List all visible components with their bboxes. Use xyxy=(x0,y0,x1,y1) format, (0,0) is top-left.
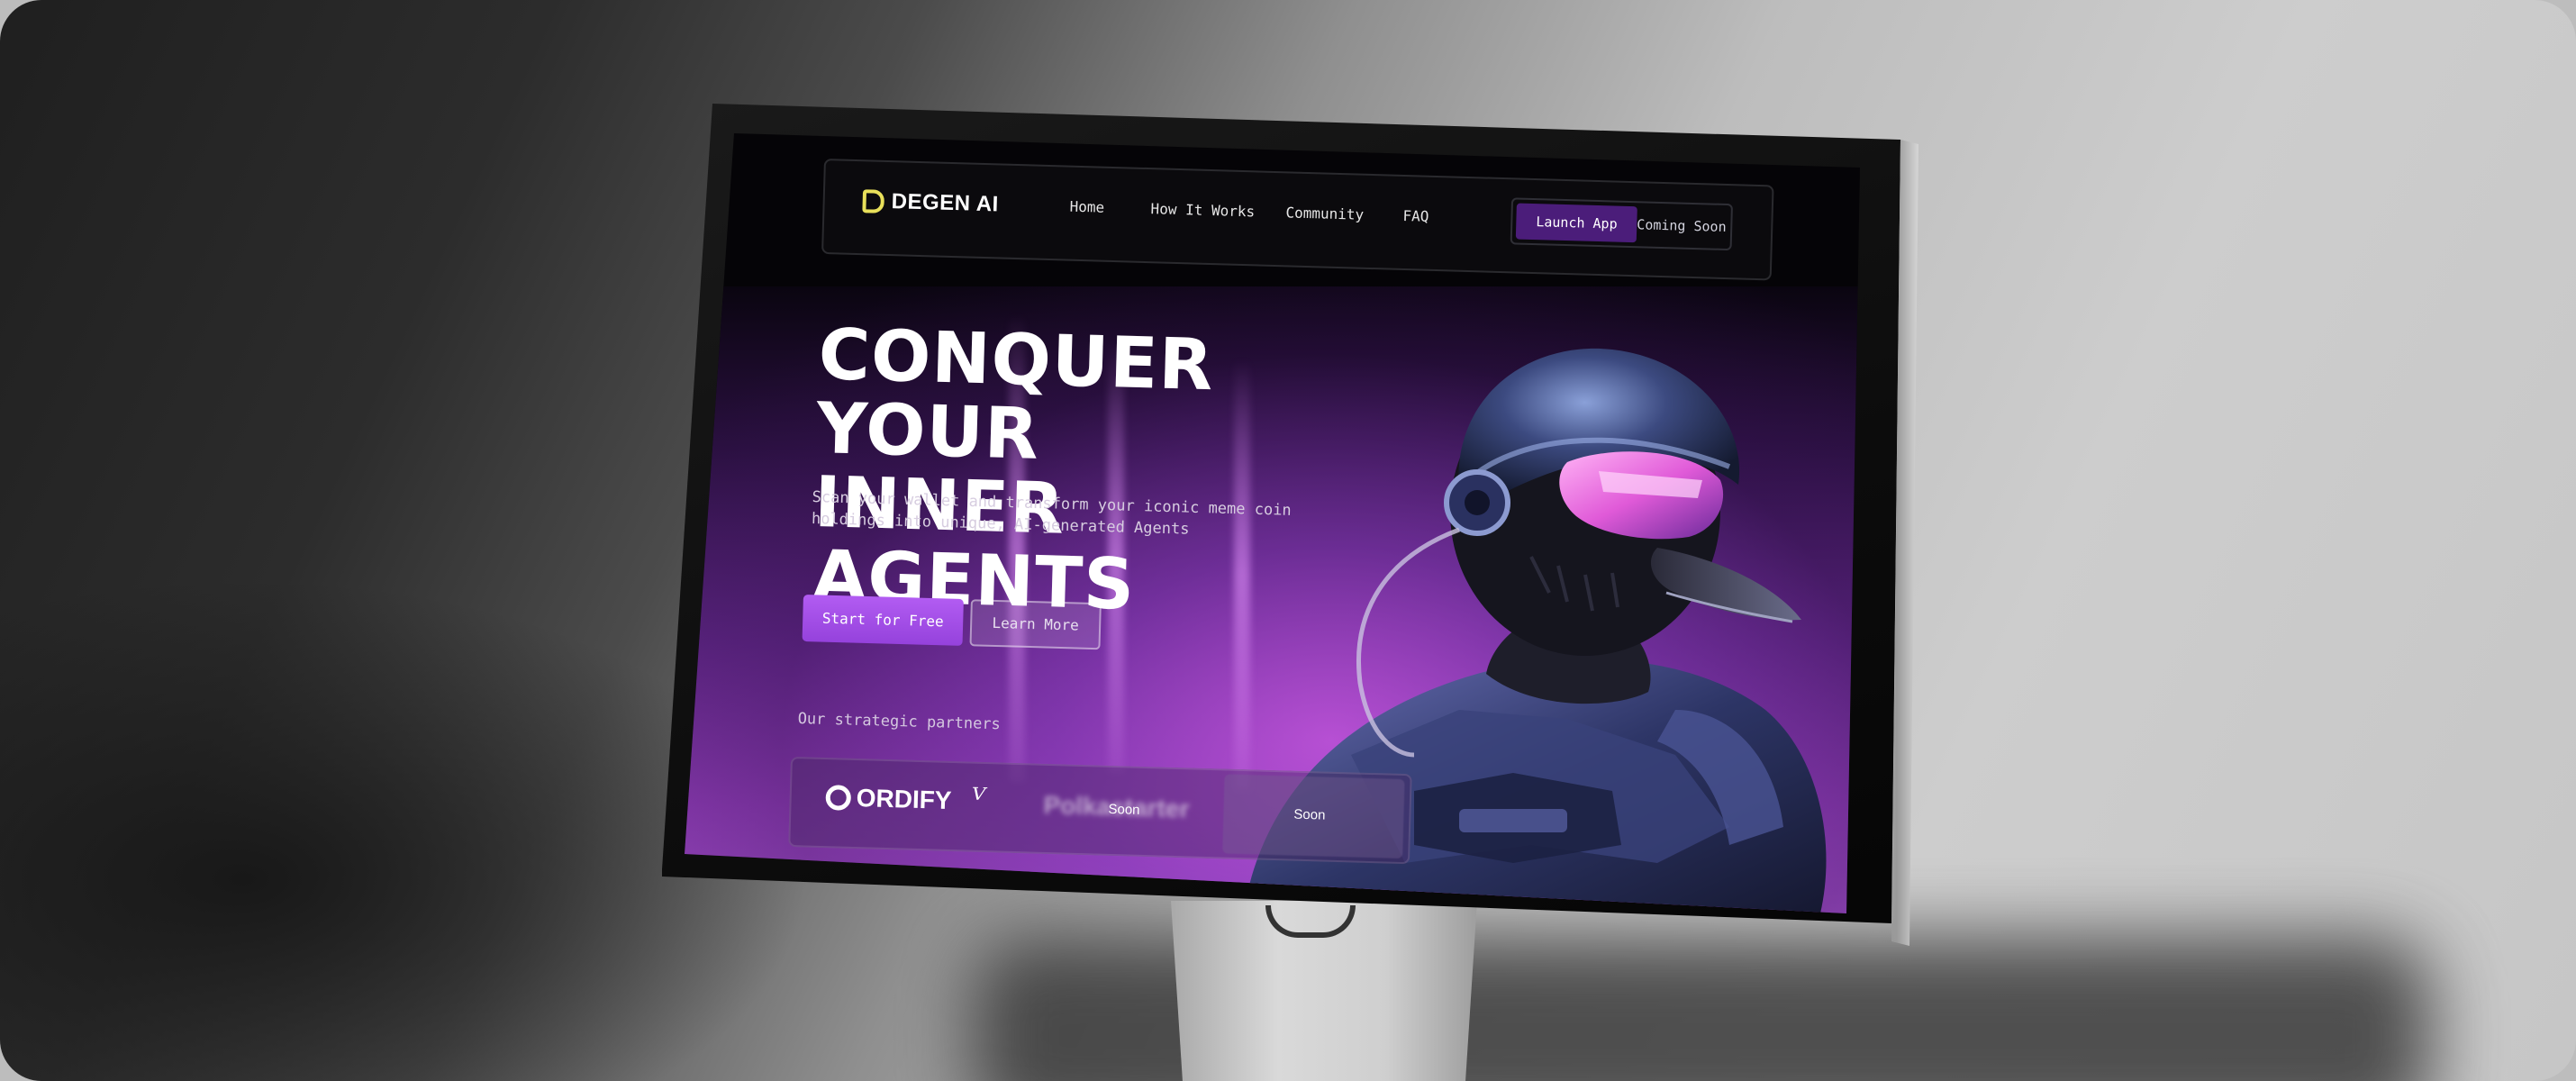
degen-logo-icon xyxy=(862,189,885,213)
top-navbar: DEGEN AI Home How It Works Community FAQ… xyxy=(821,159,1774,281)
nav-link-home[interactable]: Home xyxy=(1069,198,1104,216)
launch-app-button[interactable]: Launch App xyxy=(1515,203,1638,243)
nav-link-how-it-works[interactable]: How It Works xyxy=(1150,200,1255,220)
partners-bar: ORDIFY ⱽ Polkastarter Soon Soon xyxy=(788,757,1412,865)
hero-title-line-1: CONQUER YOUR xyxy=(815,314,1215,476)
partner-soon-badge: Soon xyxy=(1293,806,1326,823)
partner-ordify-name: ORDIFY xyxy=(856,784,952,814)
brand-logo[interactable]: DEGEN AI xyxy=(862,188,999,217)
monitor-screen: DEGEN AI Home How It Works Community FAQ… xyxy=(685,133,1860,913)
nav-link-faq[interactable]: FAQ xyxy=(1402,207,1429,225)
partner-ordify[interactable]: ORDIFY xyxy=(825,783,952,815)
nav-link-community[interactable]: Community xyxy=(1285,204,1364,223)
coming-soon-button[interactable]: Coming Soon xyxy=(1624,206,1739,246)
start-for-free-button[interactable]: Start for Free xyxy=(802,595,964,646)
partner-glyph-logo-icon[interactable]: ⱽ xyxy=(971,782,986,818)
partner-soon-badge: Soon xyxy=(1108,801,1140,818)
hero-title: CONQUER YOUR INNER AGENTS xyxy=(812,314,1396,630)
brand-name: DEGEN AI xyxy=(891,189,1000,217)
learn-more-button[interactable]: Learn More xyxy=(969,599,1102,650)
ordify-logo-icon xyxy=(825,785,852,811)
